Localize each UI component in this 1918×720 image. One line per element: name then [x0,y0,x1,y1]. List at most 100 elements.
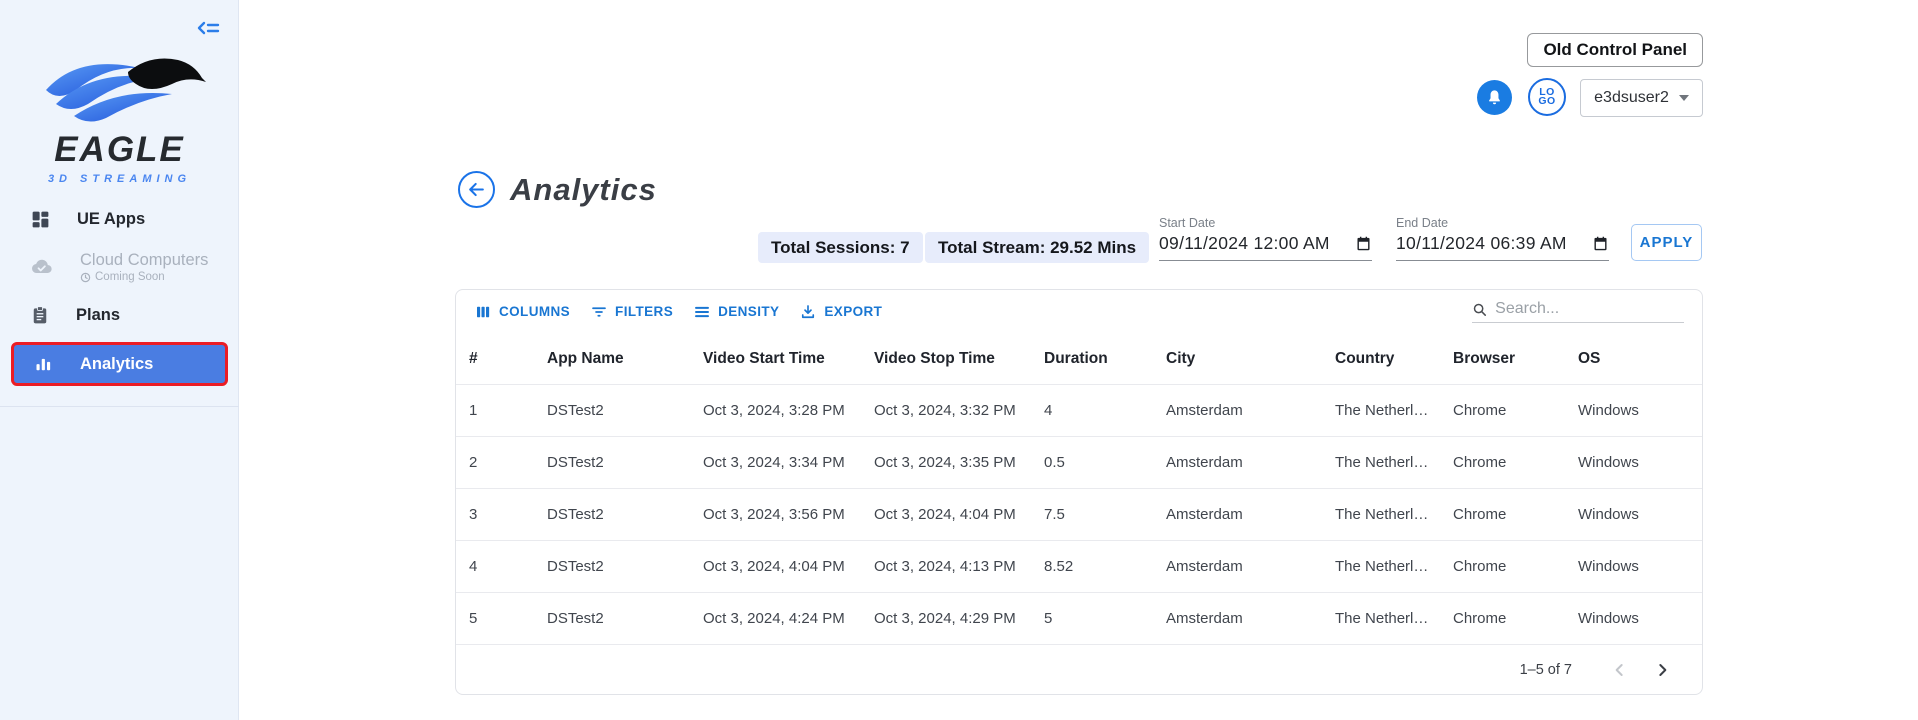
end-date-value: 10/11/2024 06:39 AM [1396,233,1567,254]
table-cell: Oct 3, 2024, 3:28 PM [693,402,864,419]
table-cell: 4 [1034,402,1156,419]
column-header[interactable]: Country [1325,350,1443,368]
table-row[interactable]: 2DSTest2Oct 3, 2024, 3:34 PMOct 3, 2024,… [456,437,1702,489]
brand-tagline: 3D STREAMING [0,173,239,185]
export-button[interactable]: EXPORT [789,297,892,327]
density-icon [693,303,711,321]
table-cell: Oct 3, 2024, 4:04 PM [864,506,1034,523]
table-cell: Chrome [1443,506,1568,523]
sidebar-item-cloud-computers: Cloud Computers Coming Soon [0,246,239,288]
user-menu-button[interactable]: e3dsuser2 [1580,79,1703,117]
table-cell: Amsterdam [1156,610,1325,627]
sidebar-item-ue-apps[interactable]: UE Apps [0,198,239,240]
sidebar-item-label: Cloud Computers [80,251,208,269]
table-cell: Oct 3, 2024, 4:13 PM [864,558,1034,575]
table-cell: Chrome [1443,402,1568,419]
table-cell: The Netherlan… [1325,506,1443,523]
sidebar-item-plans[interactable]: Plans [0,294,239,336]
table-row[interactable]: 1DSTest2Oct 3, 2024, 3:28 PMOct 3, 2024,… [456,385,1702,437]
app-logo-button[interactable]: LO GO [1528,78,1566,116]
columns-button-label: COLUMNS [499,304,570,319]
pagination-range: 1–5 of 7 [1520,662,1572,678]
table-cell: 4 [456,558,537,575]
sidebar-item-label: Plans [76,306,120,325]
table-cell: DSTest2 [537,610,693,627]
filter-list-icon [590,303,608,321]
table-cell: Amsterdam [1156,402,1325,419]
table-cell: The Netherlan… [1325,558,1443,575]
table-cell: Chrome [1443,558,1568,575]
previous-page-button[interactable] [1606,656,1634,684]
clock-icon [80,272,91,283]
filters-button[interactable]: FILTERS [580,297,683,327]
back-button[interactable] [458,171,495,208]
bar-chart-icon [33,354,54,375]
sidebar-item-label: UE Apps [77,210,145,229]
table-search [1472,300,1684,323]
table-cell: Oct 3, 2024, 3:35 PM [864,454,1034,471]
column-header[interactable]: Duration [1034,350,1156,368]
table-cell: Oct 3, 2024, 4:29 PM [864,610,1034,627]
page-title: Analytics [510,172,657,208]
column-header[interactable]: City [1156,350,1325,368]
table-body: 1DSTest2Oct 3, 2024, 3:28 PMOct 3, 2024,… [456,385,1702,645]
collapse-sidebar-icon[interactable] [196,16,220,40]
column-header[interactable]: # [456,350,537,368]
table-cell: 3 [456,506,537,523]
notifications-button[interactable] [1477,80,1512,115]
table-cell: 5 [1034,610,1156,627]
density-button-label: DENSITY [718,304,779,319]
export-button-label: EXPORT [824,304,882,319]
start-date-value: 09/11/2024 12:00 AM [1159,233,1330,254]
clipboard-icon [30,304,50,326]
total-sessions-badge: Total Sessions: 7 [758,232,923,263]
columns-button[interactable]: COLUMNS [464,297,580,327]
table-cell: Amsterdam [1156,506,1325,523]
total-stream-badge: Total Stream: 29.52 Mins [925,232,1149,263]
column-header[interactable]: OS [1568,350,1702,368]
user-menu-label: e3dsuser2 [1594,89,1669,107]
table-cell: 0.5 [1034,454,1156,471]
table-cell: 7.5 [1034,506,1156,523]
calendar-icon[interactable] [1592,235,1609,252]
chevron-right-icon [1652,660,1672,680]
table-cell: 1 [456,402,537,419]
calendar-icon[interactable] [1355,235,1372,252]
next-page-button[interactable] [1648,656,1676,684]
column-header[interactable]: Video Stop Time [864,350,1034,368]
table-footer: 1–5 of 7 [456,645,1702,695]
end-date-label: End Date [1396,216,1609,230]
density-button[interactable]: DENSITY [683,297,789,327]
table-cell: Amsterdam [1156,454,1325,471]
end-date-input[interactable]: End Date 10/11/2024 06:39 AM [1396,216,1609,261]
start-date-label: Start Date [1159,216,1372,230]
table-cell: The Netherlan… [1325,402,1443,419]
cloud-icon [30,255,54,279]
coming-soon-badge: Coming Soon [80,271,208,283]
search-input[interactable] [1495,300,1684,318]
eagle-logo-icon [32,52,208,130]
column-header[interactable]: Browser [1443,350,1568,368]
arrow-left-icon [467,180,486,199]
analytics-table: COLUMNS FILTERS DENSITY EXPORT [455,289,1703,695]
table-cell: Oct 3, 2024, 3:56 PM [693,506,864,523]
sidebar-item-analytics[interactable]: Analytics [11,342,228,386]
sidebar-menu: UE Apps Cloud Computers Coming Soon [0,198,239,392]
table-row[interactable]: 5DSTest2Oct 3, 2024, 4:24 PMOct 3, 2024,… [456,593,1702,645]
table-cell: Chrome [1443,610,1568,627]
start-date-input[interactable]: Start Date 09/11/2024 12:00 AM [1159,216,1372,261]
filters-button-label: FILTERS [615,304,673,319]
table-cell: Chrome [1443,454,1568,471]
table-cell: The Netherlan… [1325,454,1443,471]
apply-button[interactable]: APPLY [1631,224,1702,261]
table-cell: Windows [1568,558,1702,575]
column-header[interactable]: App Name [537,350,693,368]
column-header[interactable]: Video Start Time [693,350,864,368]
table-cell: Oct 3, 2024, 3:32 PM [864,402,1034,419]
table-row[interactable]: 3DSTest2Oct 3, 2024, 3:56 PMOct 3, 2024,… [456,489,1702,541]
table-row[interactable]: 4DSTest2Oct 3, 2024, 4:04 PMOct 3, 2024,… [456,541,1702,593]
old-control-panel-button[interactable]: Old Control Panel [1527,33,1703,67]
sidebar: EAGLE 3D STREAMING UE Apps Cloud Compute… [0,0,239,720]
chevron-left-icon [1610,660,1630,680]
brand-logo: EAGLE 3D STREAMING [0,52,239,185]
